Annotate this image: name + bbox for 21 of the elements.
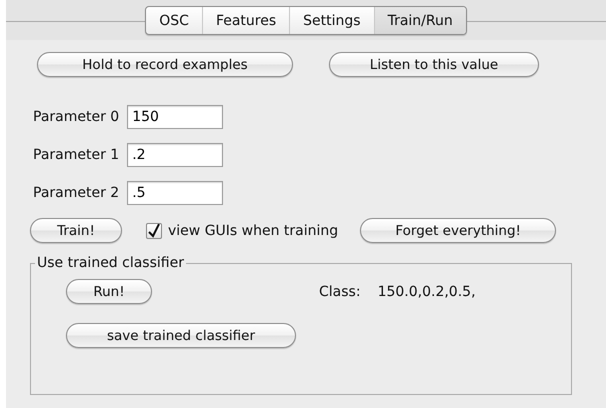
save-button[interactable]: save trained classifier xyxy=(66,323,296,348)
parameter-field[interactable]: .5 xyxy=(127,181,224,205)
tab[interactable]: Features xyxy=(202,7,290,34)
checkmark-icon xyxy=(148,224,160,238)
parameter-label: Parameter 2 xyxy=(33,185,120,201)
parameter-field[interactable]: .2 xyxy=(127,143,224,167)
group-title: Use trained classifier xyxy=(36,255,185,271)
train-button[interactable]: Train! xyxy=(30,218,122,243)
checkbox-label: view GUIs when training xyxy=(168,222,338,238)
class-label: Class: xyxy=(319,284,361,300)
tab[interactable]: OSC xyxy=(146,7,202,34)
parameter-label: Parameter 1 xyxy=(33,147,120,163)
listen-button[interactable]: Listen to this value xyxy=(329,52,539,77)
record-button[interactable]: Hold to record examples xyxy=(37,52,293,77)
forget-button[interactable]: Forget everything! xyxy=(360,218,556,243)
tab[interactable]: Train/Run xyxy=(374,7,466,34)
run-button[interactable]: Run! xyxy=(66,279,152,304)
class-value: 150.0,0.2,0.5, xyxy=(378,284,476,300)
parameter-field[interactable]: 150 xyxy=(127,105,224,129)
checkbox[interactable] xyxy=(146,222,162,238)
parameter-label: Parameter 0 xyxy=(33,109,120,125)
